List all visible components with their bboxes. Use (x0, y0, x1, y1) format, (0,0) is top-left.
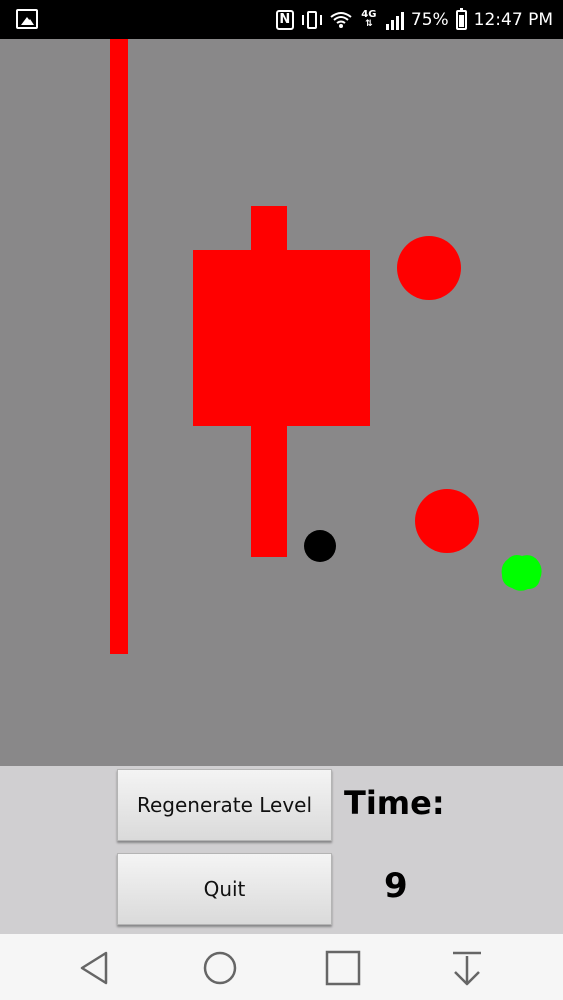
image-icon (16, 9, 38, 29)
recents-icon[interactable] (323, 948, 363, 988)
regenerate-level-button[interactable]: Regenerate Level (117, 769, 332, 841)
battery-icon (455, 7, 467, 30)
obstacle-circle-bottom (415, 489, 479, 553)
notifications-down-icon[interactable] (447, 948, 487, 988)
goal-blob (501, 555, 542, 591)
obstacle-vertical-wall (110, 39, 128, 654)
time-label: Time: (344, 784, 445, 822)
status-bar: N 4G ⇅ 75% 12:47 PM (0, 0, 563, 39)
battery-percent: 75% (410, 9, 449, 30)
time-value: 9 (384, 866, 408, 906)
control-panel: Regenerate Level Quit Time: 9 (0, 766, 563, 934)
clock: 12:47 PM (473, 9, 553, 30)
obstacle-circle-top (397, 236, 461, 300)
obstacle-square-block (193, 250, 370, 426)
player-ball[interactable] (304, 530, 336, 562)
home-icon[interactable] (200, 948, 240, 988)
4g-data-icon: 4G ⇅ (361, 9, 377, 29)
signal-icon (385, 10, 404, 30)
back-icon[interactable] (76, 948, 116, 988)
navigation-bar (0, 934, 563, 1000)
obstacle-top-stem (251, 206, 287, 252)
vibrate-icon (301, 10, 323, 30)
wifi-icon (330, 11, 352, 28)
obstacle-bottom-stem (251, 424, 287, 557)
status-icons: N 4G ⇅ 75% 12:47 PM (275, 0, 553, 39)
game-area[interactable] (0, 39, 563, 766)
nfc-icon: N (275, 9, 294, 30)
quit-button[interactable]: Quit (117, 853, 332, 925)
